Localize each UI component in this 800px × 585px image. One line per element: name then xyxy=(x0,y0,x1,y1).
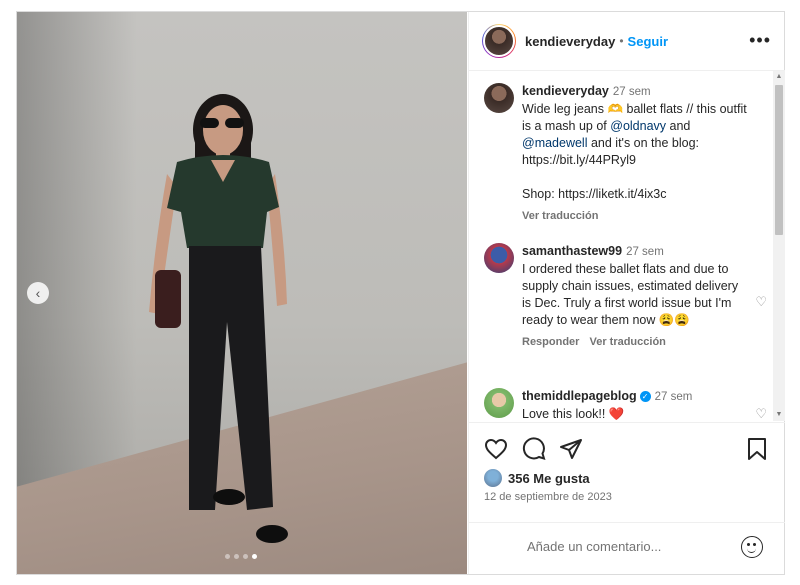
heart-icon[interactable] xyxy=(484,437,508,461)
post-side-panel: kendieveryday • Seguir ••• kendieveryday… xyxy=(468,12,785,574)
comment-item: samanthastew99 27 sem I ordered these bal… xyxy=(484,243,759,351)
author-username[interactable]: kendieveryday xyxy=(525,34,615,49)
caption-shop: Shop: https://liketk.it/4ix3c xyxy=(522,187,667,201)
avatar[interactable] xyxy=(484,83,514,113)
carousel-dots xyxy=(225,554,257,559)
comment-like-heart-icon[interactable]: ♡ xyxy=(755,406,767,421)
more-icon[interactable]: ••• xyxy=(749,30,771,51)
verified-badge-icon: ✓ xyxy=(639,391,651,402)
carousel-dot-active xyxy=(252,554,257,559)
translate-link[interactable]: Ver traducción xyxy=(589,336,665,348)
author-avatar[interactable] xyxy=(482,24,516,58)
carousel-dot xyxy=(225,554,230,559)
add-comment-bar[interactable]: Añade un comentario... xyxy=(469,522,785,575)
mention-link[interactable]: @madewell xyxy=(522,136,588,150)
person-illustration xyxy=(149,94,288,543)
post-actions xyxy=(469,422,785,473)
comment-icon[interactable] xyxy=(522,437,546,461)
caption-time[interactable]: 27 sem xyxy=(613,86,651,98)
carousel-dot xyxy=(234,554,239,559)
liker-avatar xyxy=(484,469,502,487)
comment-text: Love this look!! ❤️ xyxy=(522,407,625,421)
post-modal: ‹ kendieveryday • Seguir ••• kendieveryd… xyxy=(16,11,785,575)
caption: kendieveryday 27 sem Wide leg jeans 🫶 bal… xyxy=(484,83,759,225)
mention-link[interactable]: @oldnavy xyxy=(610,119,666,133)
share-icon[interactable] xyxy=(559,437,583,461)
follow-button[interactable]: Seguir xyxy=(628,34,668,49)
avatar[interactable] xyxy=(484,243,514,273)
post-header: kendieveryday • Seguir ••• xyxy=(469,12,785,71)
comments-scrollbar[interactable]: ▲ ▼ xyxy=(773,71,785,421)
reply-link[interactable]: Responder xyxy=(522,336,579,348)
comment-like-heart-icon[interactable]: ♡ xyxy=(755,294,767,310)
post-photo[interactable]: ‹ xyxy=(17,12,467,574)
chevron-left-icon: ‹ xyxy=(35,285,41,301)
comment-time: 27 sem xyxy=(626,246,664,258)
add-comment-input[interactable]: Añade un comentario... xyxy=(527,539,661,554)
caption-username[interactable]: kendieveryday xyxy=(522,84,609,98)
comment-username[interactable]: themiddlepageblog xyxy=(522,389,637,403)
header-separator: • xyxy=(619,34,624,48)
likes-text[interactable]: 356 Me gusta xyxy=(508,471,590,486)
carousel-dot xyxy=(243,554,248,559)
caption-text: and xyxy=(666,119,691,133)
comment-username[interactable]: samanthastew99 xyxy=(522,244,622,258)
likes-count[interactable]: 356 Me gusta xyxy=(484,469,590,487)
avatar[interactable] xyxy=(484,388,514,418)
bookmark-icon[interactable] xyxy=(747,437,767,461)
emoji-icon[interactable] xyxy=(741,536,763,558)
previous-photo-button[interactable]: ‹ xyxy=(27,282,49,304)
post-date: 12 de septiembre de 2023 xyxy=(484,491,612,503)
comments-list[interactable]: kendieveryday 27 sem Wide leg jeans 🫶 bal… xyxy=(469,71,785,421)
translate-link[interactable]: Ver traducción xyxy=(522,210,598,222)
comment-text: I ordered these ballet flats and due to … xyxy=(522,262,739,327)
comment-time: 27 sem xyxy=(654,391,693,403)
scrollbar-thumb[interactable] xyxy=(775,85,783,235)
comment-item: themiddlepageblog ✓ 27 sem Love this look!… xyxy=(484,388,759,421)
scroll-down-icon[interactable]: ▼ xyxy=(775,411,783,419)
avatar xyxy=(483,25,515,57)
scroll-up-icon[interactable]: ▲ xyxy=(775,73,783,81)
